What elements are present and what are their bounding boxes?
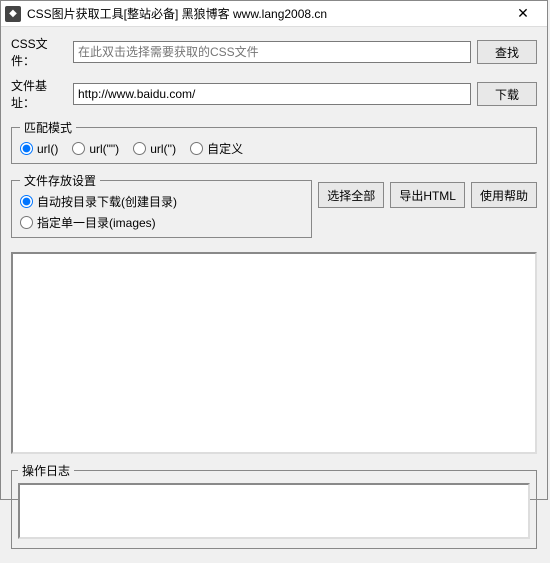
app-icon: ◆: [5, 6, 21, 22]
pattern-label-2: url(''): [150, 142, 176, 156]
log-legend: 操作日志: [18, 462, 74, 479]
storage-fieldset: 文件存放设置 自动按目录下载(创建目录) 指定单一目录(images): [11, 172, 312, 238]
pattern-radio-1[interactable]: [72, 142, 85, 155]
log-fieldset: 操作日志: [11, 462, 537, 549]
storage-radio-row: 自动按目录下载(创建目录) 指定单一目录(images): [20, 193, 303, 231]
storage-label-0: 自动按目录下载(创建目录): [37, 193, 177, 210]
pattern-label-3: 自定义: [207, 140, 243, 157]
base-url-label: 文件基址：: [11, 77, 67, 111]
export-html-button[interactable]: 导出HTML: [390, 182, 465, 208]
pattern-radio-0[interactable]: [20, 142, 33, 155]
storage-and-actions-row: 文件存放设置 自动按目录下载(创建目录) 指定单一目录(images) 选择全部…: [11, 172, 537, 246]
pattern-option-2[interactable]: url(''): [133, 142, 176, 156]
content-area: CSS文件： 查找 文件基址： 下载 匹配模式 url() url(""): [1, 27, 547, 563]
storage-radio-1[interactable]: [20, 216, 33, 229]
pattern-label-1: url(""): [89, 142, 119, 156]
css-file-input[interactable]: [73, 41, 471, 63]
select-all-button[interactable]: 选择全部: [318, 182, 384, 208]
log-textarea[interactable]: [18, 483, 530, 539]
storage-option-0[interactable]: 自动按目录下载(创建目录): [20, 193, 177, 210]
storage-legend: 文件存放设置: [20, 172, 100, 189]
css-file-row: CSS文件： 查找: [11, 35, 537, 69]
pattern-option-1[interactable]: url(""): [72, 142, 119, 156]
close-button[interactable]: ✕: [503, 2, 543, 26]
file-list-area[interactable]: [11, 252, 537, 454]
storage-label-1: 指定单一目录(images): [37, 214, 156, 231]
app-window: ◆ CSS图片获取工具[整站必备] 黑狼博客 www.lang2008.cn ✕…: [0, 0, 548, 500]
window-title: CSS图片获取工具[整站必备] 黑狼博客 www.lang2008.cn: [27, 5, 503, 22]
pattern-option-0[interactable]: url(): [20, 142, 58, 156]
storage-option-1[interactable]: 指定单一目录(images): [20, 214, 156, 231]
pattern-radio-row: url() url("") url('') 自定义: [20, 140, 528, 157]
base-url-row: 文件基址： 下载: [11, 77, 537, 111]
css-file-label: CSS文件：: [11, 35, 67, 69]
help-button[interactable]: 使用帮助: [471, 182, 537, 208]
storage-radio-0[interactable]: [20, 195, 33, 208]
base-url-input[interactable]: [73, 83, 471, 105]
pattern-radio-3[interactable]: [190, 142, 203, 155]
pattern-label-0: url(): [37, 142, 58, 156]
pattern-option-3[interactable]: 自定义: [190, 140, 243, 157]
close-icon: ✕: [517, 5, 529, 22]
titlebar: ◆ CSS图片获取工具[整站必备] 黑狼博客 www.lang2008.cn ✕: [1, 1, 547, 27]
pattern-legend: 匹配模式: [20, 119, 76, 136]
download-button[interactable]: 下载: [477, 82, 537, 106]
pattern-fieldset: 匹配模式 url() url("") url('') 自定义: [11, 119, 537, 164]
pattern-radio-2[interactable]: [133, 142, 146, 155]
find-button[interactable]: 查找: [477, 40, 537, 64]
